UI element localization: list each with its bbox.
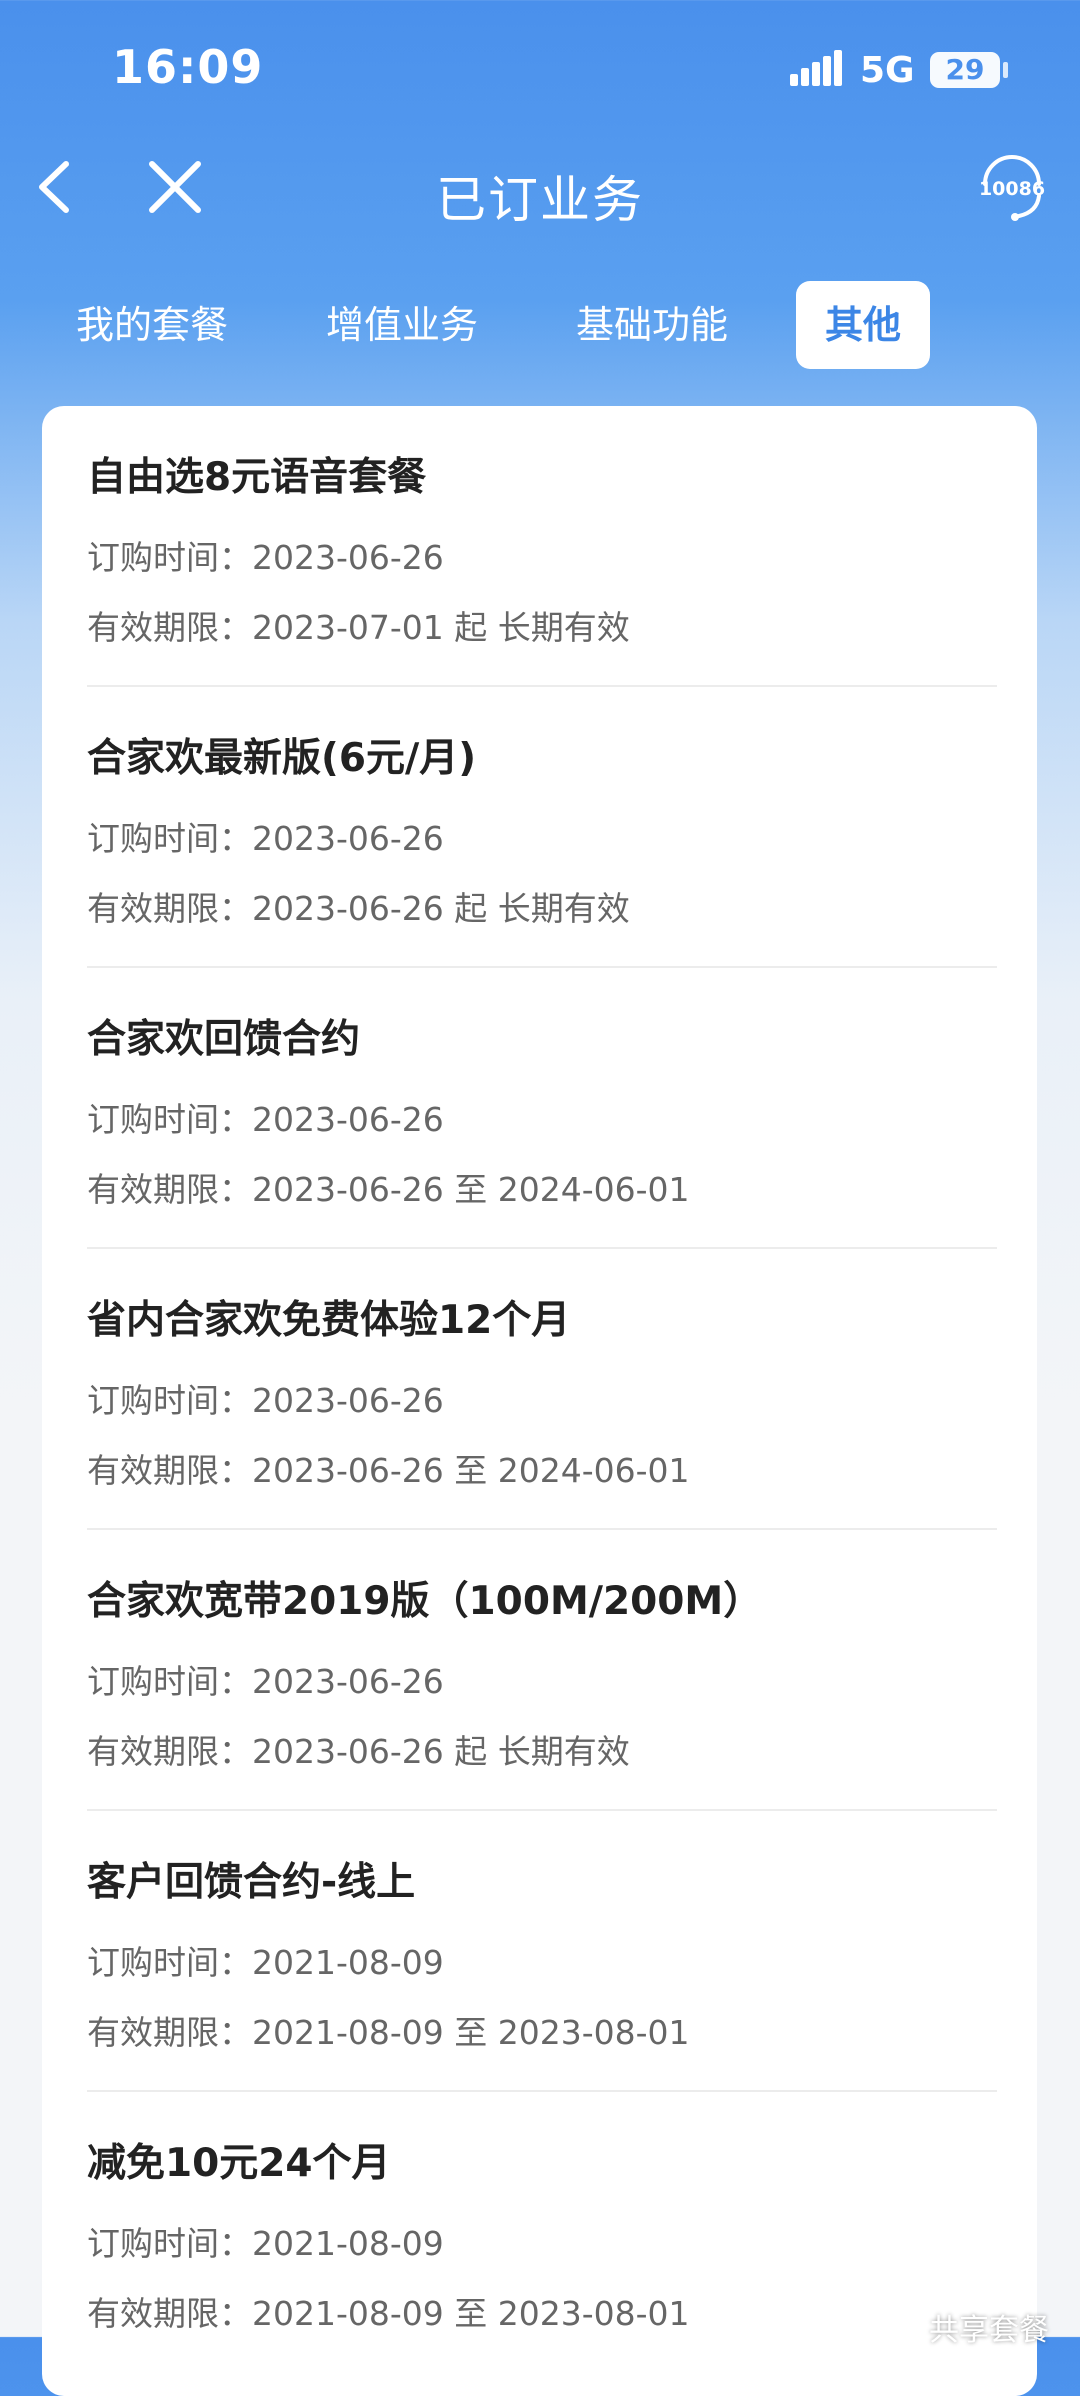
service-title: 合家欢最新版(6元/月) bbox=[87, 736, 477, 781]
validity-label: 有效期限： bbox=[87, 889, 252, 928]
validity-row: 有效期限：2023-06-26 起 长期有效 bbox=[87, 882, 630, 930]
order-time-row: 订购时间：2023-06-26 bbox=[87, 812, 444, 860]
order-time-label: 订购时间： bbox=[87, 1381, 252, 1420]
tab-basic-functions[interactable]: 基础功能 bbox=[552, 281, 752, 369]
validity-row: 有效期限：2021-08-09 至 2023-08-01 bbox=[87, 2006, 690, 2054]
tab-my-package[interactable]: 我的套餐 bbox=[52, 281, 252, 369]
validity-row: 有效期限：2023-07-01 起 长期有效 bbox=[87, 601, 630, 649]
service-title: 合家欢回馈合约 bbox=[87, 1017, 361, 1062]
order-date: 2021-08-09 bbox=[252, 1943, 444, 1982]
service-title: 客户回馈合约-线上 bbox=[87, 1860, 416, 1905]
order-time-label: 订购时间： bbox=[87, 1100, 252, 1139]
network-type: 5G bbox=[860, 50, 915, 91]
validity-label: 有效期限： bbox=[87, 1732, 252, 1771]
service-title: 减免10元24个月 bbox=[87, 2141, 391, 2186]
service-item[interactable]: 合家欢回馈合约 订购时间：2023-06-26 有效期限：2023-06-26 … bbox=[87, 968, 997, 1249]
service-item[interactable]: 合家欢最新版(6元/月) 订购时间：2023-06-26 有效期限：2023-0… bbox=[87, 687, 997, 968]
validity-label: 有效期限： bbox=[87, 1451, 252, 1490]
signal-icon bbox=[790, 50, 842, 86]
validity-range: 2021-08-09 至 2023-08-01 bbox=[252, 2013, 690, 2052]
battery-icon: 29 bbox=[930, 52, 1000, 88]
order-time-label: 订购时间： bbox=[87, 2224, 252, 2263]
service-title: 省内合家欢免费体验12个月 bbox=[87, 1298, 571, 1343]
service-title: 自由选8元语音套餐 bbox=[87, 455, 427, 500]
service-item[interactable]: 客户回馈合约-线上 订购时间：2021-08-09 有效期限：2021-08-0… bbox=[87, 1811, 997, 2092]
order-date: 2023-06-26 bbox=[252, 1381, 444, 1420]
customer-service-icon[interactable]: 10086 bbox=[975, 150, 1049, 224]
validity-label: 有效期限： bbox=[87, 2294, 252, 2333]
tab-value-added[interactable]: 增值业务 bbox=[302, 281, 502, 369]
order-time-row: 订购时间：2023-06-26 bbox=[87, 1655, 444, 1703]
status-bar: 16:09 5G 29 bbox=[0, 0, 1080, 140]
order-time-row: 订购时间：2023-06-26 bbox=[87, 531, 444, 579]
tab-bar: 我的套餐 增值业务 基础功能 其他 bbox=[0, 275, 1080, 375]
watermark-text: 共享套餐 bbox=[929, 2313, 1049, 2348]
status-time: 16:09 bbox=[112, 40, 264, 94]
battery-level: 29 bbox=[945, 53, 985, 86]
validity-range: 2021-08-09 至 2023-08-01 bbox=[252, 2294, 690, 2333]
validity-label: 有效期限： bbox=[87, 1170, 252, 1209]
watermark: 共享套餐 bbox=[885, 2305, 1049, 2349]
order-date: 2023-06-26 bbox=[252, 819, 444, 858]
order-time-label: 订购时间： bbox=[87, 538, 252, 577]
order-date: 2023-06-26 bbox=[252, 1662, 444, 1701]
battery-cap bbox=[1003, 62, 1008, 78]
validity-range: 2023-06-26 至 2024-06-01 bbox=[252, 1451, 690, 1490]
service-item[interactable]: 减免10元24个月 订购时间：2021-08-09 有效期限：2021-08-0… bbox=[87, 2092, 997, 2373]
page-title: 已订业务 bbox=[436, 171, 644, 229]
service-number: 10086 bbox=[978, 178, 1046, 200]
validity-label: 有效期限： bbox=[87, 608, 252, 647]
order-time-label: 订购时间： bbox=[87, 819, 252, 858]
order-date: 2023-06-26 bbox=[252, 538, 444, 577]
order-time-label: 订购时间： bbox=[87, 1662, 252, 1701]
service-title: 合家欢宽带2019版（100M/200M） bbox=[87, 1579, 763, 1624]
order-time-label: 订购时间： bbox=[87, 1943, 252, 1982]
validity-row: 有效期限：2023-06-26 至 2024-06-01 bbox=[87, 1163, 690, 1211]
wechat-icon bbox=[885, 2318, 922, 2344]
order-date: 2021-08-09 bbox=[252, 2224, 444, 2263]
validity-range: 2023-07-01 起 长期有效 bbox=[252, 608, 630, 647]
validity-row: 有效期限：2021-08-09 至 2023-08-01 bbox=[87, 2287, 690, 2335]
validity-range: 2023-06-26 至 2024-06-01 bbox=[252, 1170, 690, 1209]
validity-row: 有效期限：2023-06-26 起 长期有效 bbox=[87, 1725, 630, 1773]
validity-row: 有效期限：2023-06-26 至 2024-06-01 bbox=[87, 1444, 690, 1492]
order-time-row: 订购时间：2021-08-09 bbox=[87, 2217, 444, 2265]
order-time-row: 订购时间：2023-06-26 bbox=[87, 1093, 444, 1141]
order-date: 2023-06-26 bbox=[252, 1100, 444, 1139]
validity-label: 有效期限： bbox=[87, 2013, 252, 2052]
service-item[interactable]: 省内合家欢免费体验12个月 订购时间：2023-06-26 有效期限：2023-… bbox=[87, 1249, 997, 1530]
tab-other[interactable]: 其他 bbox=[796, 281, 930, 369]
order-time-row: 订购时间：2023-06-26 bbox=[87, 1374, 444, 1422]
validity-range: 2023-06-26 起 长期有效 bbox=[252, 1732, 630, 1771]
nav-bar: 已订业务 10086 bbox=[0, 140, 1080, 240]
service-item[interactable]: 合家欢宽带2019版（100M/200M） 订购时间：2023-06-26 有效… bbox=[87, 1530, 997, 1811]
service-item[interactable]: 自由选8元语音套餐 订购时间：2023-06-26 有效期限：2023-07-0… bbox=[87, 406, 997, 687]
subscribed-services-list: 自由选8元语音套餐 订购时间：2023-06-26 有效期限：2023-07-0… bbox=[42, 406, 1037, 2396]
order-time-row: 订购时间：2021-08-09 bbox=[87, 1936, 444, 1984]
validity-range: 2023-06-26 起 长期有效 bbox=[252, 889, 630, 928]
